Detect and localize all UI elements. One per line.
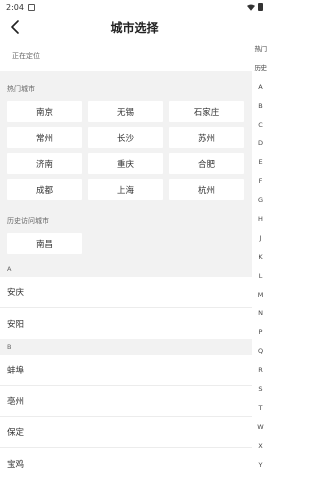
hot-city-button[interactable]: 合肥 [169, 153, 244, 174]
hot-city-button[interactable]: 石家庄 [169, 101, 244, 122]
index-item-a[interactable]: A [252, 78, 269, 97]
current-location-bar[interactable]: 正在定位 [0, 41, 252, 71]
hot-city-button[interactable]: 重庆 [88, 153, 163, 174]
status-bar: 2:04 [0, 0, 269, 14]
letter-header-a: A [0, 261, 252, 277]
city-list-item[interactable]: 安阳 [0, 308, 252, 339]
index-item-p[interactable]: P [252, 323, 269, 342]
city-list-item[interactable]: 蚌埠 [0, 355, 252, 386]
top-sections: 正在定位 热门城市 南京 无锡 石家庄 常州 长沙 苏州 济南 重庆 合肥 成都… [0, 41, 252, 261]
hot-cities-grid: 南京 无锡 石家庄 常州 长沙 苏州 济南 重庆 合肥 成都 上海 杭州 [0, 101, 252, 200]
index-item-f[interactable]: F [252, 172, 269, 191]
hot-city-button[interactable]: 南京 [7, 101, 82, 122]
index-item-q[interactable]: Q [252, 342, 269, 361]
history-cities: 南昌 [0, 233, 252, 261]
index-item-x[interactable]: X [252, 437, 269, 456]
hot-city-button[interactable]: 无锡 [88, 101, 163, 122]
city-list-content[interactable]: 正在定位 热门城市 南京 无锡 石家庄 常州 长沙 苏州 济南 重庆 合肥 成都… [0, 40, 252, 480]
chevron-left-icon [11, 20, 19, 34]
wifi-icon [247, 4, 255, 11]
index-item-g[interactable]: G [252, 191, 269, 210]
index-item-s[interactable]: S [252, 380, 269, 399]
back-button[interactable] [6, 17, 24, 37]
index-item-t[interactable]: T [252, 399, 269, 418]
app-bar: 城市选择 [0, 14, 269, 40]
location-status: 正在定位 [12, 52, 40, 60]
index-item-y[interactable]: Y [252, 456, 269, 475]
hot-city-button[interactable]: 上海 [88, 179, 163, 200]
hot-city-button[interactable]: 苏州 [169, 127, 244, 148]
index-item-z[interactable]: Z [252, 474, 269, 480]
city-list-item[interactable]: 安庆 [0, 277, 252, 308]
hot-city-button[interactable]: 长沙 [88, 127, 163, 148]
index-item-m[interactable]: M [252, 286, 269, 305]
city-list-item[interactable]: 保定 [0, 417, 252, 448]
city-group-a: 安庆 安阳 [0, 277, 252, 339]
hot-city-button[interactable]: 成都 [7, 179, 82, 200]
index-item-history[interactable]: 历史 [252, 59, 269, 78]
index-item-n[interactable]: N [252, 304, 269, 323]
index-item-b[interactable]: B [252, 97, 269, 116]
index-item-k[interactable]: K [252, 248, 269, 267]
hot-cities-title: 热门城市 [7, 85, 35, 93]
letter-header-b: B [0, 339, 252, 355]
city-list-item[interactable]: 亳州 [0, 386, 252, 417]
index-item-c[interactable]: C [252, 116, 269, 135]
index-item-d[interactable]: D [252, 134, 269, 153]
history-title: 历史访问城市 [7, 217, 49, 225]
status-icons [247, 3, 263, 11]
city-group-b: 蚌埠 亳州 保定 宝鸡 [0, 355, 252, 479]
hot-city-button[interactable]: 杭州 [169, 179, 244, 200]
notification-icon [27, 3, 35, 11]
alphabet-index-bar[interactable]: 热门 历史 A B C D E F G H J K L M N P Q R S … [252, 40, 269, 480]
battery-icon [258, 3, 263, 11]
index-item-j[interactable]: J [252, 229, 269, 248]
page-title: 城市选择 [110, 20, 159, 35]
index-item-h[interactable]: H [252, 210, 269, 229]
status-time: 2:04 [6, 2, 24, 12]
hot-city-button[interactable]: 常州 [7, 127, 82, 148]
city-list-item[interactable]: 宝鸡 [0, 448, 252, 479]
index-item-w[interactable]: W [252, 418, 269, 437]
history-city-button[interactable]: 南昌 [7, 233, 82, 254]
hot-city-button[interactable]: 济南 [7, 153, 82, 174]
index-item-e[interactable]: E [252, 153, 269, 172]
index-item-r[interactable]: R [252, 361, 269, 380]
index-item-l[interactable]: L [252, 267, 269, 286]
index-item-hot[interactable]: 热门 [252, 40, 269, 59]
